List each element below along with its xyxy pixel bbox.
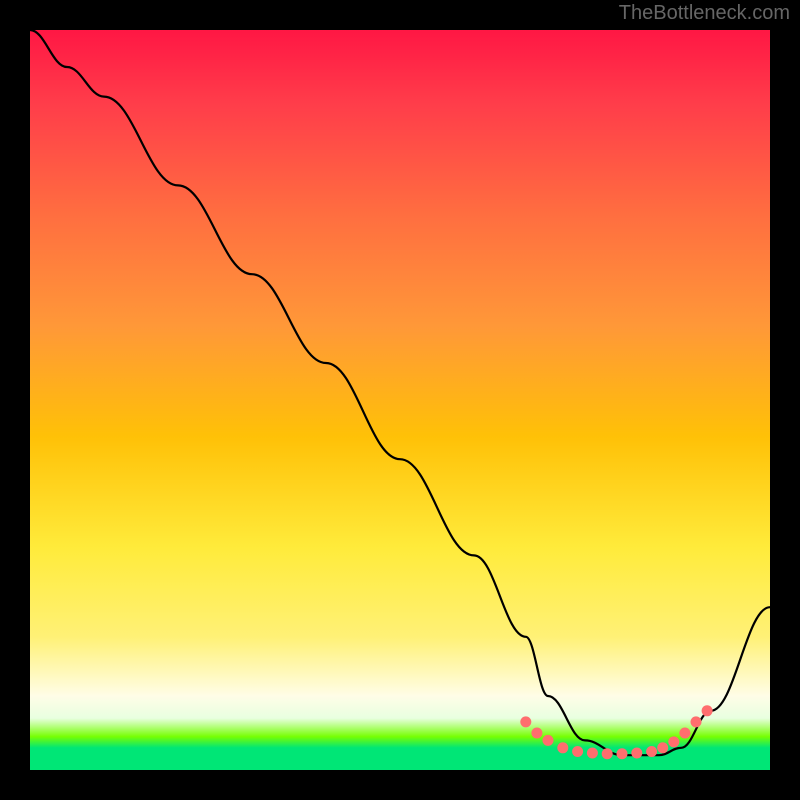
marker-dot — [657, 742, 668, 753]
marker-dot — [691, 716, 702, 727]
marker-dot — [531, 728, 542, 739]
marker-dot — [587, 747, 598, 758]
marker-dot — [631, 747, 642, 758]
marker-dot — [543, 735, 554, 746]
marker-dot — [668, 736, 679, 747]
chart-svg — [30, 30, 770, 770]
plot-area — [30, 30, 770, 770]
marker-dot — [617, 748, 628, 759]
marker-dot — [572, 746, 583, 757]
marker-dot — [557, 742, 568, 753]
marker-dot — [520, 716, 531, 727]
marker-dot — [646, 746, 657, 757]
bottleneck-curve — [30, 30, 770, 755]
marker-dot — [702, 705, 713, 716]
marker-dot — [602, 748, 613, 759]
watermark-text: TheBottleneck.com — [619, 2, 790, 25]
marker-dot — [679, 728, 690, 739]
optimal-range-markers — [520, 705, 712, 759]
